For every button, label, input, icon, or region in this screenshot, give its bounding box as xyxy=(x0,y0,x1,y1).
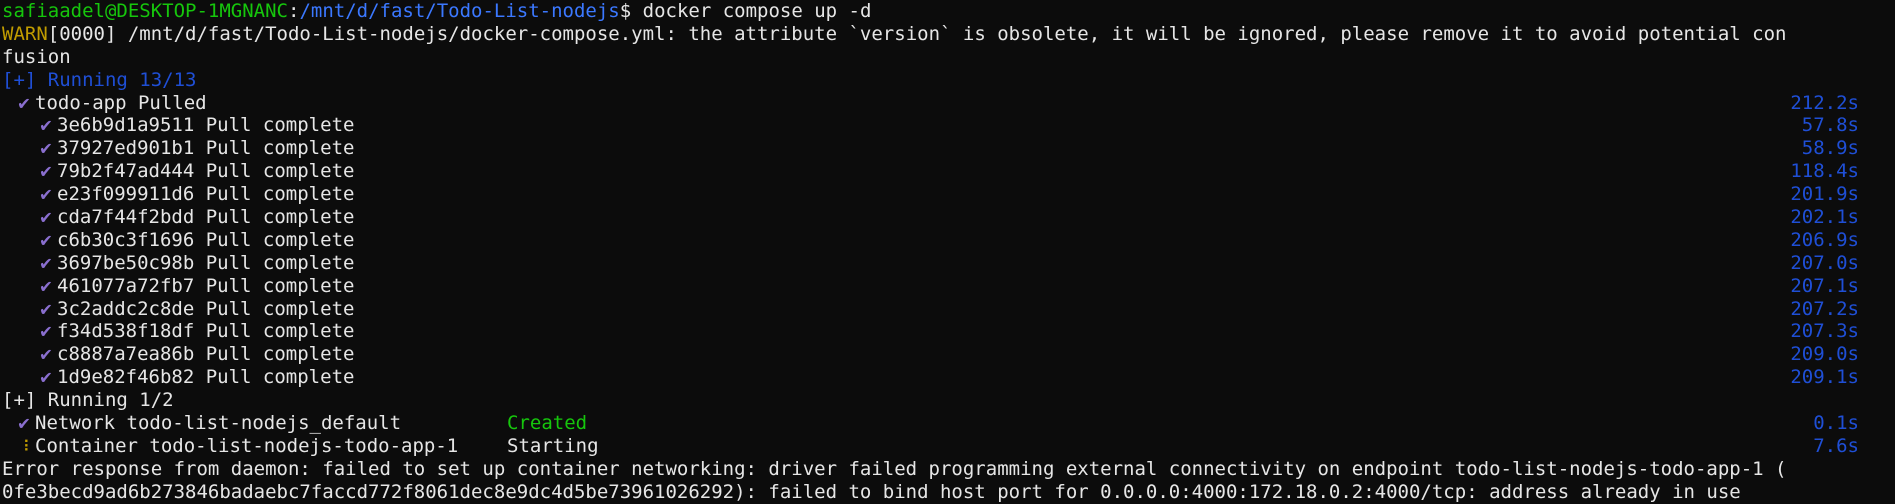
network-row: ✔ Network todo-list-nodejs_default Created… xyxy=(2,412,1893,435)
check-icon: ✔ xyxy=(40,297,52,320)
layer-time: 207.2s xyxy=(1790,297,1859,320)
check-icon: ✔ xyxy=(40,160,52,183)
container-status: Starting xyxy=(507,434,599,457)
layer-row: ✔ cda7f44f2bdd Pull complete 202.1s xyxy=(2,206,1893,229)
layer-id: 1d9e82f46b82 xyxy=(57,366,195,389)
layer-status: Pull complete xyxy=(205,228,355,251)
layer-time: 118.4s xyxy=(1790,160,1859,183)
layer-row: ✔ f34d538f18df Pull complete 207.3s xyxy=(2,320,1893,343)
warn-text: [0000] /mnt/d/fast/Todo-List-nodejs/dock… xyxy=(47,22,1787,45)
warn-line: WARN[0000] /mnt/d/fast/Todo-List-nodejs/… xyxy=(2,23,1893,46)
prompt-command: docker compose up -d xyxy=(631,0,872,22)
network-label: Network todo-list-nodejs_default xyxy=(35,412,402,435)
error-line-2: 0fe3becd9ad6b273846badaebc7faccd772f8061… xyxy=(2,480,1741,503)
container-row: ⠸ Container todo-list-nodejs-todo-app-1 St… xyxy=(2,435,1893,458)
todo-app-pulled-row: ✔ todo-app Pulled 212.2s xyxy=(2,92,1893,115)
check-icon: ✔ xyxy=(40,114,52,137)
check-icon: ✔ xyxy=(40,274,52,297)
running-header-create: [+] Running 1/2 xyxy=(2,389,174,412)
layer-status: Pull complete xyxy=(205,160,355,183)
layer-status: Pull complete xyxy=(205,297,355,320)
layer-id: 79b2f47ad444 xyxy=(57,160,195,183)
container-label: Container todo-list-nodejs-todo-app-1 xyxy=(35,434,459,457)
network-time: 0.1s xyxy=(1813,412,1859,435)
warn-line-wrap: fusion xyxy=(2,46,1893,69)
layer-time: 57.8s xyxy=(1801,114,1859,137)
layer-row: ✔ e23f099911d6 Pull complete 201.9s xyxy=(2,183,1893,206)
layer-row: ✔ 3e6b9d1a9511 Pull complete 57.8s xyxy=(2,114,1893,137)
prompt-symbol: $ xyxy=(619,0,632,22)
layer-status: Pull complete xyxy=(205,206,355,229)
layer-time: 209.0s xyxy=(1790,343,1859,366)
layer-id: cda7f44f2bdd xyxy=(57,206,195,229)
layer-status: Pull complete xyxy=(205,343,355,366)
layer-time: 207.1s xyxy=(1790,274,1859,297)
check-icon: ✔ xyxy=(40,366,52,389)
warn-tag: WARN xyxy=(2,22,48,45)
layer-id: c8887a7ea86b xyxy=(57,343,195,366)
running-header-pull: [+] Running 13/13 xyxy=(2,68,197,91)
todo-app-time: 212.2s xyxy=(1790,91,1859,114)
layer-row: ✔ 37927ed901b1 Pull complete 58.9s xyxy=(2,137,1893,160)
layer-time: 58.9s xyxy=(1801,137,1859,160)
check-icon: ✔ xyxy=(18,412,30,435)
todo-app-label: todo-app Pulled xyxy=(35,91,207,114)
layer-id: 3c2addc2c8de xyxy=(57,297,195,320)
layer-status: Pull complete xyxy=(205,251,355,274)
layer-status: Pull complete xyxy=(205,274,355,297)
warn-wrap-text: fusion xyxy=(2,45,71,68)
layer-time: 209.1s xyxy=(1790,366,1859,389)
layer-id: 3697be50c98b xyxy=(57,251,195,274)
layer-time: 202.1s xyxy=(1790,206,1859,229)
layer-id: 3e6b9d1a9511 xyxy=(57,114,195,137)
prompt-line: safiaadel@DESKTOP-1MGNANC:/mnt/d/fast/To… xyxy=(2,0,872,22)
layer-row: ✔ 79b2f47ad444 Pull complete 118.4s xyxy=(2,160,1893,183)
error-line-1: Error response from daemon: failed to se… xyxy=(2,457,1787,480)
prompt-path: /mnt/d/fast/Todo-List-nodejs xyxy=(299,0,620,22)
check-icon: ✔ xyxy=(40,320,52,343)
layer-status: Pull complete xyxy=(205,366,355,389)
layer-row: ✔ 1d9e82f46b82 Pull complete 209.1s xyxy=(2,366,1893,389)
layer-list: ✔ 3e6b9d1a9511 Pull complete 57.8s ✔ 37927ed… xyxy=(2,114,1893,389)
terminal-window[interactable]: safiaadel@DESKTOP-1MGNANC:/mnt/d/fast/To… xyxy=(0,0,1895,503)
container-time: 7.6s xyxy=(1813,434,1859,457)
network-status: Created xyxy=(507,412,588,435)
layer-row: ✔ c6b30c3f1696 Pull complete 206.9s xyxy=(2,229,1893,252)
check-icon: ✔ xyxy=(40,343,52,366)
check-icon: ✔ xyxy=(40,206,52,229)
layer-time: 201.9s xyxy=(1790,183,1859,206)
layer-row: ✔ c8887a7ea86b Pull complete 209.0s xyxy=(2,343,1893,366)
layer-id: c6b30c3f1696 xyxy=(57,228,195,251)
layer-id: 37927ed901b1 xyxy=(57,137,195,160)
layer-status: Pull complete xyxy=(205,114,355,137)
layer-status: Pull complete xyxy=(205,137,355,160)
layer-row: ✔ 3697be50c98b Pull complete 207.0s xyxy=(2,252,1893,275)
layer-time: 206.9s xyxy=(1790,228,1859,251)
check-icon: ✔ xyxy=(18,91,30,114)
layer-time: 207.0s xyxy=(1790,251,1859,274)
layer-id: f34d538f18df xyxy=(57,320,195,343)
check-icon: ✔ xyxy=(40,228,52,251)
layer-id: 461077a72fb7 xyxy=(57,274,195,297)
layer-status: Pull complete xyxy=(205,183,355,206)
check-icon: ✔ xyxy=(40,137,52,160)
layer-row: ✔ 461077a72fb7 Pull complete 207.1s xyxy=(2,275,1893,298)
layer-row: ✔ 3c2addc2c8de Pull complete 207.2s xyxy=(2,298,1893,321)
check-icon: ✔ xyxy=(40,251,52,274)
layer-status: Pull complete xyxy=(205,320,355,343)
prompt-user-host: safiaadel@DESKTOP-1MGNANC xyxy=(2,0,288,22)
layer-id: e23f099911d6 xyxy=(57,183,195,206)
layer-time: 207.3s xyxy=(1790,320,1859,343)
check-icon: ✔ xyxy=(40,183,52,206)
spinner-icon: ⠸ xyxy=(18,436,30,456)
